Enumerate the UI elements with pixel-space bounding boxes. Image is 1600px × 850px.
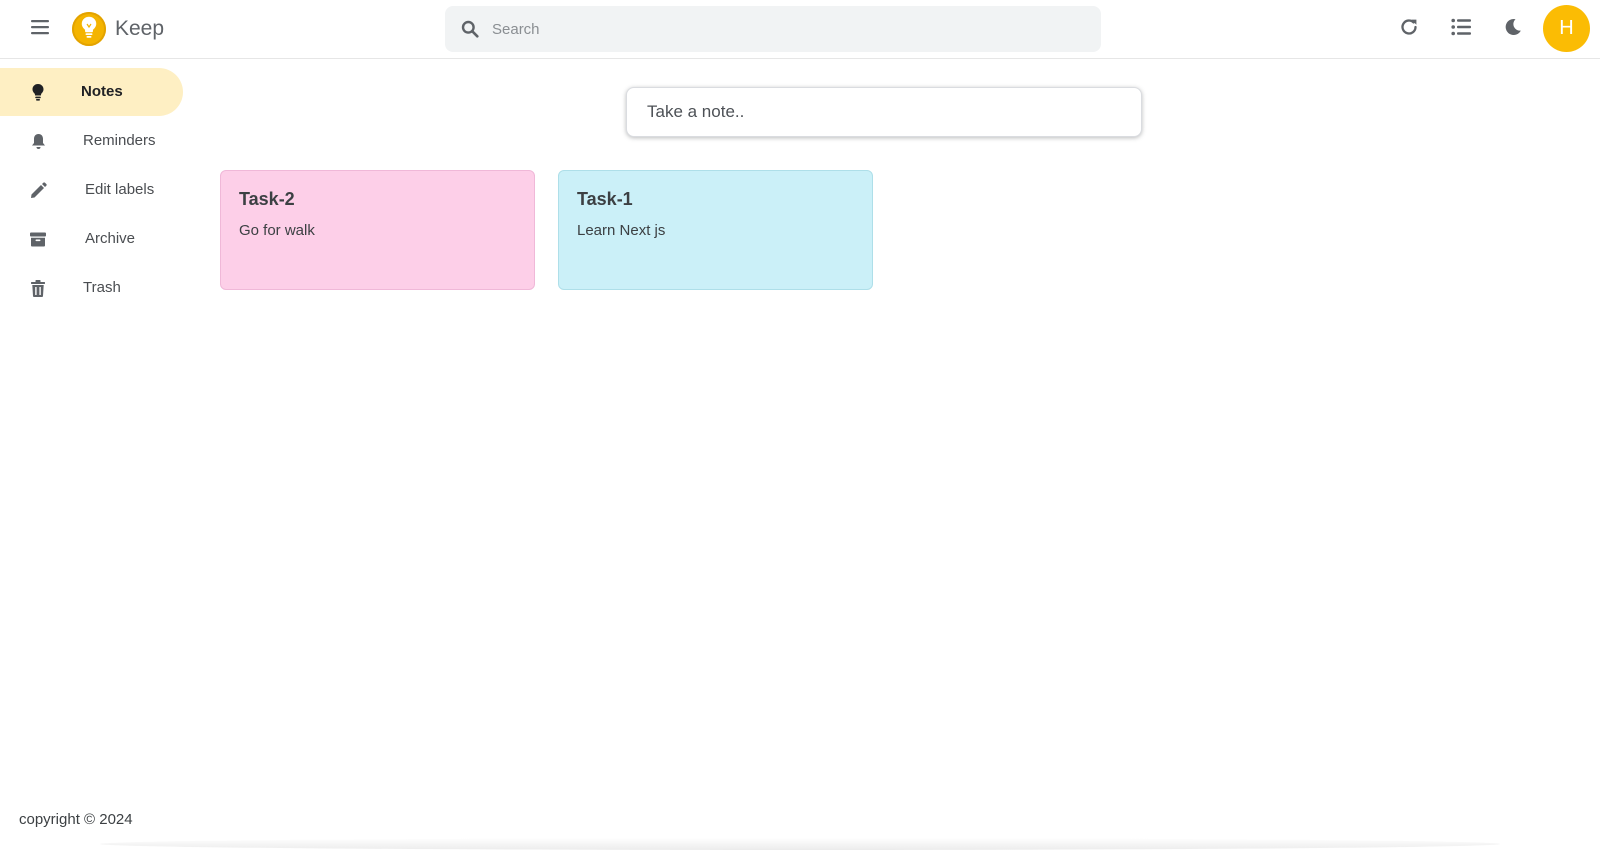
search-icon[interactable] <box>460 19 480 39</box>
top-app-bar: Keep H <box>0 0 1600 59</box>
sidebar-item-label: Edit labels <box>85 181 155 198</box>
sidebar-item-archive[interactable]: Archive <box>0 215 183 263</box>
note-title: Task-2 <box>239 189 295 209</box>
pencil-icon <box>28 180 48 200</box>
copyright-footer: copyright © 2024 <box>19 811 133 828</box>
search-input[interactable] <box>492 20 1072 38</box>
sidebar-item-notes[interactable]: Notes <box>0 68 183 116</box>
note-card[interactable]: Task-2 Go for walk <box>220 170 535 290</box>
sidebar-item-label: Notes <box>81 83 123 100</box>
note-body: Go for walk <box>239 222 315 239</box>
note-title: Task-1 <box>577 189 633 209</box>
sidebar-item-label: Archive <box>85 230 136 247</box>
search-bar[interactable] <box>445 6 1101 52</box>
list-view-icon <box>1451 18 1471 41</box>
bell-icon <box>28 131 48 151</box>
sidebar-item-trash[interactable]: Trash <box>0 264 183 312</box>
sidebar-nav: Notes Reminders Edit labels Archive Tras… <box>0 68 185 313</box>
refresh-button[interactable] <box>1393 13 1425 45</box>
dark-mode-toggle[interactable] <box>1497 13 1529 45</box>
main-menu-button[interactable] <box>24 16 56 42</box>
app-logo[interactable] <box>72 12 106 46</box>
take-note-placeholder: Take a note.. <box>647 102 745 121</box>
dark-mode-icon <box>1504 18 1522 41</box>
sidebar-item-edit-labels[interactable]: Edit labels <box>0 166 183 214</box>
app-title: Keep <box>115 17 165 40</box>
refresh-icon <box>1399 17 1419 42</box>
bulb-logo-icon <box>80 15 98 44</box>
take-note-input[interactable]: Take a note.. <box>626 87 1142 137</box>
trash-icon <box>28 278 48 298</box>
hamburger-menu-icon <box>31 19 49 40</box>
sidebar-item-label: Trash <box>83 279 121 296</box>
note-body: Learn Next js <box>577 222 666 239</box>
list-view-button[interactable] <box>1445 13 1477 45</box>
bulb-icon <box>28 82 48 102</box>
archive-icon <box>28 229 48 249</box>
sidebar-item-label: Reminders <box>83 132 156 149</box>
sidebar-item-reminders[interactable]: Reminders <box>0 117 183 165</box>
bottom-edge-shadow <box>100 838 1500 850</box>
user-avatar[interactable]: H <box>1543 5 1590 52</box>
note-card[interactable]: Task-1 Learn Next js <box>558 170 873 290</box>
